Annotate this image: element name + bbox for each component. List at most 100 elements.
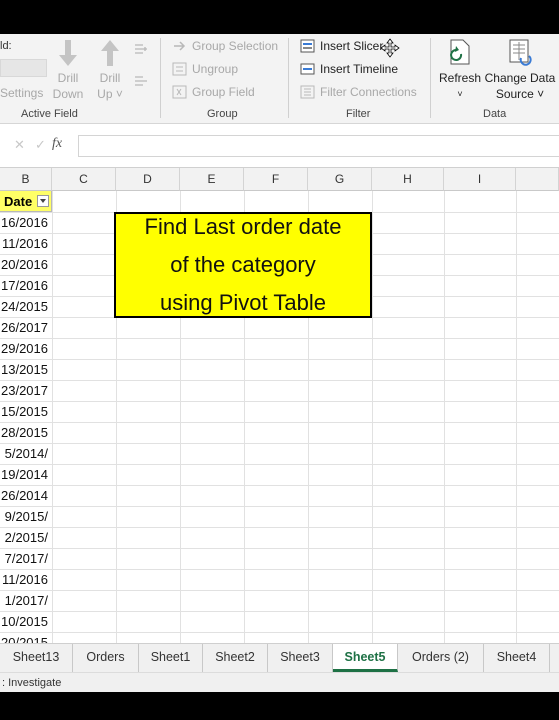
gridline — [0, 380, 559, 381]
drill-up-label2: Up ˅ — [97, 87, 123, 101]
date-cell[interactable]: 23/2017 — [0, 380, 51, 401]
column-header-d[interactable]: D — [116, 168, 180, 191]
date-cell[interactable]: 28/2015 — [0, 422, 51, 443]
date-cell[interactable]: 11/2016 — [0, 569, 51, 590]
filter-connections-icon — [300, 85, 316, 99]
insert-function-icon[interactable]: fx — [52, 136, 62, 152]
column-header-g[interactable]: G — [308, 168, 372, 191]
tab-orders[interactable]: Orders — [73, 644, 139, 672]
ungroup-button[interactable]: Ungroup — [172, 62, 238, 76]
field-settings-button[interactable]: Settings — [0, 86, 43, 100]
ungroup-label: Ungroup — [192, 62, 239, 76]
column-header-h[interactable]: H — [372, 168, 444, 191]
drill-down-label2: Down — [52, 87, 84, 101]
arrow-right-icon — [172, 39, 188, 53]
date-cell[interactable]: /9/2015 — [0, 506, 51, 527]
active-field-input[interactable] — [0, 59, 47, 77]
tab-sheet2[interactable]: Sheet2 — [203, 644, 268, 672]
separator — [288, 38, 289, 118]
group-field-button[interactable]: Group Field — [172, 85, 255, 99]
gridline — [0, 632, 559, 633]
gridline — [52, 191, 53, 643]
drill-up-button[interactable]: Drill Up ˅ — [94, 38, 126, 102]
callout-line-3: using Pivot Table — [160, 290, 326, 315]
gridline — [0, 485, 559, 486]
insert-slicer-button[interactable]: Insert Slicer — [300, 39, 383, 53]
formula-input[interactable] — [78, 135, 559, 157]
status-bar: : Investigate — [0, 672, 559, 692]
callout-line-2: of the category — [170, 252, 316, 277]
callout-line-1: Find Last order date — [144, 214, 342, 239]
refresh-button[interactable]: Refresh ˅ — [438, 38, 482, 102]
date-cell[interactable]: 26/2017 — [0, 317, 51, 338]
data-group-label: Data — [483, 108, 507, 120]
expand-field-icon[interactable] — [134, 42, 148, 59]
drill-down-label: Drill — [57, 71, 79, 85]
date-cell[interactable]: 29/2016 — [0, 338, 51, 359]
refresh-dropdown-icon[interactable]: ˅ — [438, 86, 482, 102]
date-cell[interactable]: /1/2017 — [0, 590, 51, 611]
column-header-c[interactable]: C — [52, 168, 116, 191]
date-cell[interactable]: 24/2015 — [0, 296, 51, 317]
arrow-down-icon — [59, 40, 77, 66]
separator — [430, 38, 431, 118]
date-cell[interactable]: /5/2014 — [0, 443, 51, 464]
date-cell[interactable]: 26/2014 — [0, 485, 51, 506]
move-cursor-icon — [380, 38, 400, 61]
title-callout[interactable]: Find Last order date of the category usi… — [114, 212, 372, 318]
drill-up-label: Drill — [99, 71, 121, 85]
date-cell[interactable]: 19/2014 — [0, 464, 51, 485]
gridline — [444, 191, 445, 643]
sheet-tab-bar: Sheet13 Orders Sheet1 Sheet2 Sheet3 Shee… — [0, 643, 559, 672]
date-cell[interactable]: /2/2015 — [0, 527, 51, 548]
worksheet-grid[interactable]: Date Find Last order date of the categor… — [0, 191, 559, 643]
date-cell[interactable]: 20/2016 — [0, 254, 51, 275]
active-field-group-label: Active Field — [21, 108, 78, 120]
timeline-icon — [300, 62, 316, 76]
change-data-source-button[interactable]: Change Data Source ˅ — [484, 38, 556, 102]
drill-down-button[interactable]: Drill Down — [52, 38, 84, 102]
cancel-icon[interactable]: ✕ — [14, 137, 25, 153]
pivot-header-cell[interactable]: Date — [0, 191, 52, 212]
tab-sheet5[interactable]: Sheet5 — [333, 644, 398, 672]
tab-sheet13[interactable]: Sheet13 — [0, 644, 73, 672]
date-cell[interactable]: 13/2015 — [0, 359, 51, 380]
filter-connections-button[interactable]: Filter Connections — [300, 85, 417, 99]
gridline — [0, 401, 559, 402]
gridline — [0, 359, 559, 360]
gridline — [372, 191, 373, 643]
column-header-i[interactable]: I — [444, 168, 516, 191]
date-cell[interactable]: 10/2015 — [0, 611, 51, 632]
gridline — [0, 464, 559, 465]
column-header-e[interactable]: E — [180, 168, 244, 191]
tab-sheet1[interactable]: Sheet1 — [139, 644, 203, 672]
date-cell[interactable]: 16/2016 — [0, 212, 51, 233]
active-field-label: ld: — [0, 40, 12, 52]
change-data-source-label2: Source ˅ — [495, 87, 545, 101]
column-header-b[interactable]: B — [0, 168, 52, 191]
filter-group-label: Filter — [346, 108, 371, 120]
tab-sheet3[interactable]: Sheet3 — [268, 644, 333, 672]
column-header-f[interactable]: F — [244, 168, 308, 191]
column-header-j[interactable] — [516, 168, 559, 191]
gridline — [0, 338, 559, 339]
date-cell[interactable]: 20/2015 — [0, 632, 51, 643]
collapse-field-icon[interactable] — [134, 74, 148, 91]
date-cell[interactable]: 15/2015 — [0, 401, 51, 422]
enter-check-icon[interactable]: ✓ — [35, 137, 46, 153]
refresh-label: Refresh — [438, 71, 482, 85]
group-field-label: Group Field — [192, 85, 255, 99]
arrow-up-icon — [101, 40, 119, 66]
tab-sheet4[interactable]: Sheet4 — [484, 644, 550, 672]
date-cell[interactable]: 17/2016 — [0, 275, 51, 296]
tab-orders-2[interactable]: Orders (2) — [398, 644, 484, 672]
gridline — [516, 191, 517, 643]
gridline — [0, 443, 559, 444]
date-cell[interactable]: /7/2017 — [0, 548, 51, 569]
filter-dropdown-icon[interactable] — [37, 195, 49, 207]
data-source-icon — [509, 39, 532, 66]
insert-timeline-button[interactable]: Insert Timeline — [300, 62, 398, 76]
ungroup-icon — [172, 62, 188, 76]
group-selection-button[interactable]: Group Selection — [172, 39, 278, 53]
date-cell[interactable]: 11/2016 — [0, 233, 51, 254]
